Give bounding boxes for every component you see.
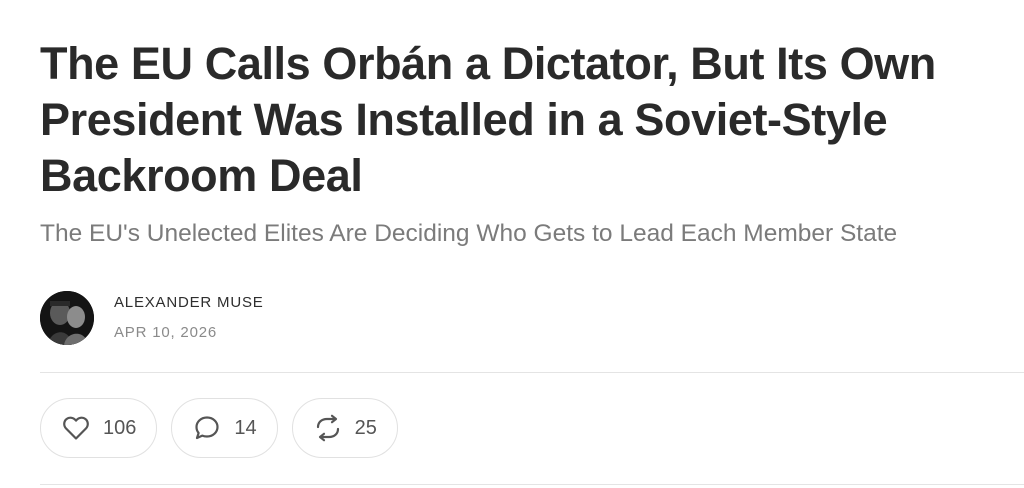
restack-button[interactable]: 25: [291, 398, 398, 458]
comment-button[interactable]: 14: [171, 398, 278, 458]
post-actions: 106 14 25: [40, 398, 398, 458]
article-header: The EU Calls Orbán a Dictator, But Its O…: [40, 36, 1024, 250]
byline-text: ALEXANDER MUSE APR 10, 2026: [114, 293, 264, 343]
heart-icon: [61, 413, 91, 443]
restack-arrows-icon: [313, 413, 343, 443]
author-name[interactable]: ALEXANDER MUSE: [114, 293, 264, 313]
divider-top: [40, 372, 1024, 373]
like-button[interactable]: 106: [40, 398, 158, 458]
avatar-photo-icon: [40, 291, 94, 345]
post-date: APR 10, 2026: [114, 324, 217, 341]
comment-bubble-icon: [192, 413, 222, 443]
restack-count: 25: [354, 416, 377, 439]
post-title: The EU Calls Orbán a Dictator, But Its O…: [40, 38, 936, 201]
divider-bottom: [40, 484, 1024, 485]
post-subtitle: The EU's Unelected Elites Are Deciding W…: [40, 220, 898, 247]
author-avatar[interactable]: [40, 291, 94, 345]
like-count: 106: [103, 416, 137, 439]
byline: ALEXANDER MUSE APR 10, 2026: [40, 290, 264, 346]
comment-count: 14: [234, 416, 257, 439]
